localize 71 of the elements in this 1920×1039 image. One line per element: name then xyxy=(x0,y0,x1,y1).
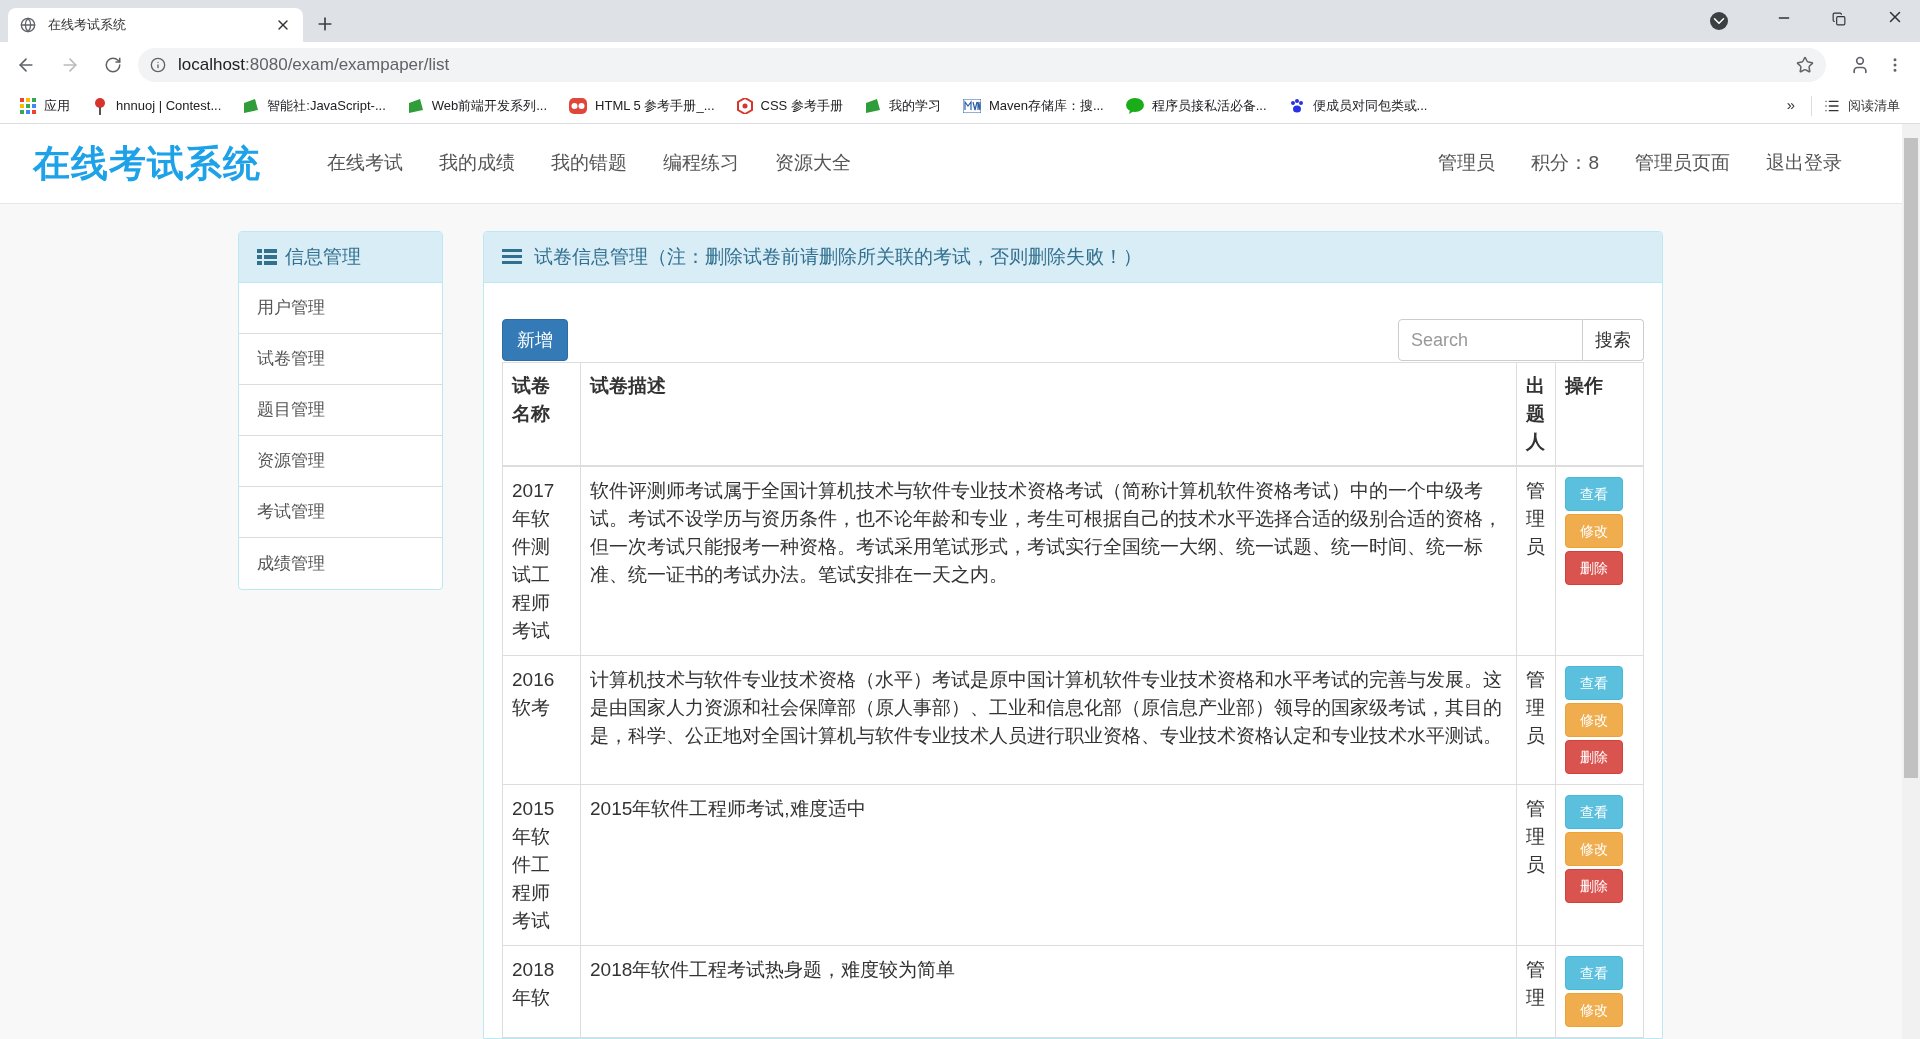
bookmark-item[interactable]: 便成员对同包类或... xyxy=(1288,95,1428,116)
bookmark-item[interactable]: 智能社:JavaScript-... xyxy=(243,95,386,116)
nav-link[interactable]: 我的成绩 xyxy=(438,149,515,178)
column-header: 试卷描述 xyxy=(580,362,1517,466)
paw-icon xyxy=(1288,97,1305,114)
table-cell: 2016软考 xyxy=(502,655,581,785)
nav-link[interactable]: 管理员页面 xyxy=(1635,149,1730,178)
table-cell: 2018年软件工程考试热身题，难度较为简单 xyxy=(580,945,1517,1038)
action-button[interactable]: 删除 xyxy=(1565,869,1623,903)
tab-search-icon[interactable] xyxy=(1710,12,1728,30)
browser-tab[interactable]: 在线考试系统 xyxy=(8,8,303,42)
bookmark-star-icon[interactable] xyxy=(1796,56,1814,74)
nav-link[interactable]: 积分：8 xyxy=(1531,149,1599,178)
table-cell: 管理员 xyxy=(1516,784,1556,946)
search-button[interactable]: 搜索 xyxy=(1583,319,1644,361)
bookmark-item[interactable]: Maven存储库：搜... xyxy=(962,95,1104,116)
sidebar-item[interactable]: 题目管理 xyxy=(239,385,442,436)
list-icon xyxy=(257,249,277,265)
table-cell: 软件评测师考试属于全国计算机技术与软件专业技术资格考试（简称计算机软件资格考试）中的一个中级考试。考试不设学历与资历条件，也不论年龄和专业，考生可根据自己的技术水平选择合适的级别合适的资格，但一次考试只能报考一种资格。考试采用笔试形式，考试实行全国统一大纲、统一试题、统一时间、统一标准、统一证书的考试办法。笔试安排在一天之内。 xyxy=(580,466,1517,656)
bookmark-item[interactable]: Web前端开发系列... xyxy=(407,95,548,116)
sidebar-item[interactable]: 试卷管理 xyxy=(239,334,442,385)
bookmark-item[interactable]: CSS 参考手册 xyxy=(736,95,843,116)
bookmark-item[interactable]: hnnuoj | Contest... xyxy=(92,95,222,116)
bookmark-item[interactable]: HTML 5 参考手册_... xyxy=(569,95,715,116)
column-header: 试卷名称 xyxy=(502,362,581,466)
table-cell: 2018年软 xyxy=(502,945,581,1038)
apps-grid-icon xyxy=(20,97,36,114)
bookmark-item[interactable]: 我的学习 xyxy=(864,95,941,116)
pin-icon xyxy=(92,96,108,115)
url-text: localhost:8080/exam/exampaper/list xyxy=(178,54,450,77)
bookmark-item[interactable]: 应用 xyxy=(20,95,70,116)
shield-icon xyxy=(736,97,753,114)
address-bar[interactable]: localhost:8080/exam/exampaper/list xyxy=(138,48,1826,82)
sidebar-item[interactable]: 成绩管理 xyxy=(239,538,442,589)
restore-icon[interactable] xyxy=(1832,12,1846,26)
nav-link[interactable]: 我的错题 xyxy=(550,149,627,178)
reading-list-button[interactable]: 阅读清单 xyxy=(1848,95,1900,116)
action-button[interactable]: 删除 xyxy=(1565,740,1623,774)
scrollbar-thumb[interactable] xyxy=(1904,138,1918,778)
action-button[interactable]: 删除 xyxy=(1565,551,1623,585)
add-button[interactable]: 新增 xyxy=(502,319,568,361)
site-info-icon xyxy=(150,57,166,73)
nav-link[interactable]: 资源大全 xyxy=(774,149,851,178)
nav-link[interactable]: 管理员 xyxy=(1438,149,1496,178)
mvn-logo-icon xyxy=(962,98,981,113)
nav-link[interactable]: 在线考试 xyxy=(326,149,403,178)
bookmark-item[interactable]: 程序员接私活必备... xyxy=(1125,95,1267,116)
nav-link[interactable]: 编程练习 xyxy=(662,149,739,178)
panel-title: 试卷信息管理（注：删除试卷前请删除所关联的考试，否则删除失败！） xyxy=(534,244,1142,269)
sidebar-item[interactable]: 资源管理 xyxy=(239,436,442,487)
table-cell: 2015年软件工程师考试,难度适中 xyxy=(580,784,1517,946)
menu-lines-icon xyxy=(502,249,522,265)
table-cell: 计算机技术与软件专业技术资格（水平）考试是原中国计算机软件专业技术资格和水平考试的完善与发展。这是由国家人力资源和社会保障部（原人事部）、工业和信息化部（原信息产业部）领导的国家级考试，其目的是，科学、公正地对全国计算机与软件专业技术人员进行职业资格、专业技术资格认定和专业技术水平测试。 xyxy=(580,655,1517,785)
table-cell: 管理员 xyxy=(1516,466,1556,656)
sidebar-item[interactable]: 考试管理 xyxy=(239,487,442,538)
table-cell: 管理员 xyxy=(1516,655,1556,785)
table-cell: 管理 xyxy=(1516,945,1556,1038)
reload-icon[interactable] xyxy=(104,56,122,74)
tab-title: 在线考试系统 xyxy=(48,16,127,35)
chat-bubble-icon xyxy=(1125,97,1144,114)
profile-icon[interactable] xyxy=(1850,55,1870,75)
column-header: 出题人 xyxy=(1516,362,1556,466)
globe-icon xyxy=(20,17,36,33)
sidebar-item[interactable]: 用户管理 xyxy=(239,283,442,334)
sidebar-title: 信息管理 xyxy=(285,244,361,269)
search-field[interactable]: Search xyxy=(1398,319,1583,361)
column-header: 操作 xyxy=(1555,362,1644,466)
table-cell: 2017年软件测试工程师考试 xyxy=(502,466,581,656)
table-cell: 2015年软件工程师考试 xyxy=(502,784,581,946)
more-bookmarks-button[interactable]: » xyxy=(1786,94,1795,117)
nav-link[interactable]: 退出登录 xyxy=(1766,149,1842,178)
